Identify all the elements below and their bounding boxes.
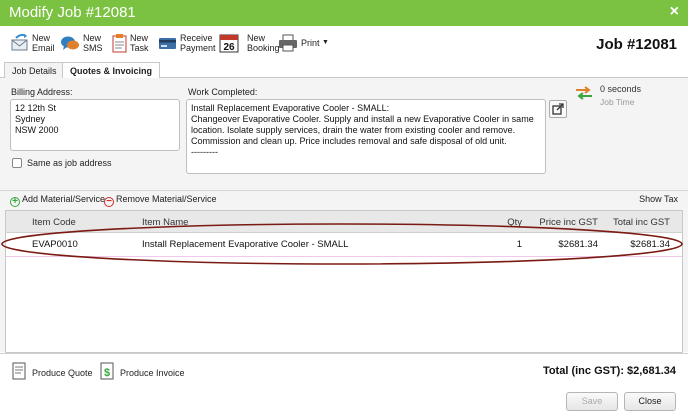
row-item-code: EVAP0010 — [32, 239, 78, 250]
tab-bar: Job Details Quotes & Invoicing — [0, 60, 688, 80]
calendar-day-text: 26 — [223, 42, 235, 53]
window-titlebar: Modify Job #12081 × — [0, 0, 688, 26]
row-qty: 1 — [516, 239, 522, 250]
new-email-button[interactable]: New Email — [10, 31, 55, 59]
receive-payment-label: Receive Payment — [180, 33, 216, 53]
produce-quote-button[interactable]: Produce Quote — [12, 362, 93, 384]
save-button[interactable]: Save — [566, 392, 618, 411]
invoice-dollar-icon: $ — [100, 362, 114, 380]
new-task-button[interactable]: New Task — [110, 31, 155, 59]
sms-icon — [61, 36, 79, 50]
work-completed-label: Work Completed: — [188, 87, 258, 97]
minus-circle-icon: − — [104, 197, 114, 207]
print-button[interactable]: Print ▼ — [278, 31, 330, 59]
produce-invoice-label: Produce Invoice — [120, 368, 185, 378]
add-material-label: Add Material/Service — [22, 194, 106, 204]
new-sms-label: New SMS — [83, 33, 103, 53]
email-icon — [11, 33, 28, 51]
add-material-button[interactable]: + Add Material/Service — [10, 194, 105, 207]
open-external-button[interactable] — [549, 100, 567, 118]
same-as-job-label: Same as job address — [27, 158, 112, 168]
new-task-label: New Task — [130, 33, 149, 53]
job-time-value: 0 seconds — [600, 84, 642, 94]
dialog-footer: Produce Quote $ Produce Invoice Total (i… — [0, 353, 688, 415]
same-as-job-checkbox[interactable] — [12, 158, 22, 168]
total-inc-gst: Total (inc GST): $2,681.34 — [542, 365, 676, 377]
job-time-label: Job Time — [600, 97, 635, 107]
header-item-name[interactable]: Item Name — [142, 217, 188, 228]
billing-address-label: Billing Address: — [11, 87, 73, 97]
new-booking-label: New Booking — [247, 33, 280, 53]
row-total: $2681.34 — [630, 239, 670, 250]
job-number-heading: Job #12081 — [596, 36, 677, 53]
payment-icon — [159, 38, 176, 49]
new-booking-button[interactable]: 26 New Booking — [219, 31, 280, 59]
svg-text:$: $ — [104, 367, 110, 379]
swap-arrows-icon — [576, 86, 592, 100]
work-completed-field[interactable]: Install Replacement Evaporative Cooler -… — [186, 99, 546, 174]
produce-quote-label: Produce Quote — [32, 368, 93, 378]
chevron-down-icon: ▼ — [322, 39, 329, 46]
remove-material-button[interactable]: − Remove Material/Service — [104, 194, 217, 207]
show-tax-toggle[interactable]: Show Tax — [639, 194, 678, 204]
billing-address-field[interactable]: 12 12th St Sydney NSW 2000 — [10, 99, 180, 151]
produce-invoice-button[interactable]: $ Produce Invoice — [100, 362, 190, 384]
header-price[interactable]: Price inc GST — [526, 217, 598, 228]
header-item-code[interactable]: Item Code — [32, 217, 76, 228]
plus-circle-icon: + — [10, 197, 20, 207]
header-qty[interactable]: Qty — [476, 217, 522, 228]
close-window-icon[interactable]: × — [670, 3, 679, 21]
new-email-label: New Email — [32, 33, 55, 53]
remove-material-label: Remove Material/Service — [116, 194, 217, 204]
new-sms-button[interactable]: New SMS — [60, 31, 105, 59]
table-row[interactable]: EVAP0010 Install Replacement Evaporative… — [6, 233, 682, 257]
window-title: Modify Job #12081 — [9, 4, 136, 21]
printer-icon — [279, 34, 297, 52]
row-item-name: Install Replacement Evaporative Cooler -… — [142, 239, 349, 250]
quote-document-icon — [12, 362, 26, 380]
toolbar: New Email New SMS New Task Receive Payme… — [0, 26, 688, 62]
print-label: Print — [301, 38, 320, 48]
header-total[interactable]: Total inc GST — [600, 217, 670, 228]
materials-grid: Item Code Item Name Qty Price inc GST To… — [5, 210, 683, 353]
calendar-icon: 26 — [219, 34, 239, 53]
external-link-icon — [552, 103, 564, 115]
receive-payment-button[interactable]: Receive Payment — [158, 31, 216, 59]
tab-job-details[interactable]: Job Details — [4, 62, 65, 79]
grid-header: Item Code Item Name Qty Price inc GST To… — [6, 211, 682, 233]
close-button[interactable]: Close — [624, 392, 676, 411]
task-icon — [112, 34, 127, 53]
material-actions-bar: + Add Material/Service − Remove Material/S… — [0, 190, 688, 208]
row-price: $2681.34 — [558, 239, 598, 250]
